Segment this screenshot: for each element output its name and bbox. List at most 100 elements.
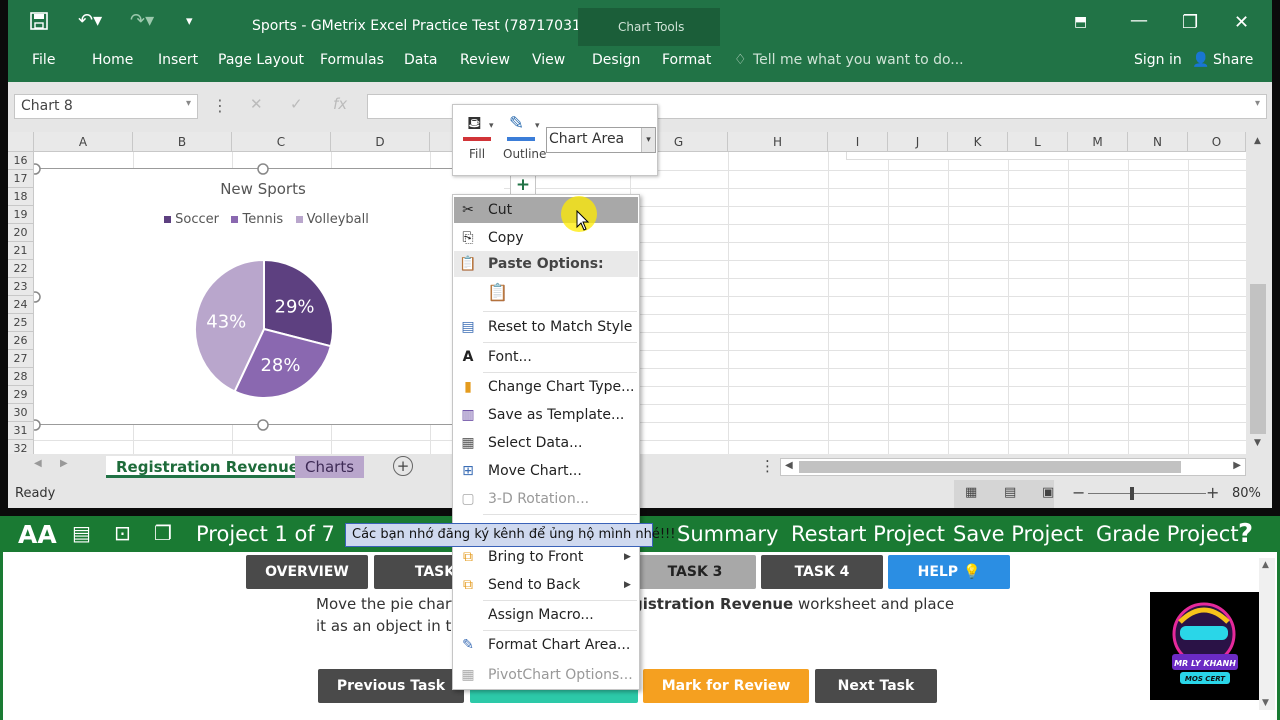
- column-header[interactable]: O: [1188, 132, 1246, 152]
- minimize-icon[interactable]: —: [1130, 10, 1148, 31]
- summary-link[interactable]: Summary: [677, 522, 778, 546]
- help-button[interactable]: HELP 💡: [888, 555, 1010, 589]
- page-layout-view-icon[interactable]: ▤: [1004, 485, 1016, 500]
- menu-item-send-to-back[interactable]: ⧉ Send to Back ▶: [454, 572, 638, 598]
- tab-format[interactable]: Format: [662, 52, 711, 68]
- zoom-in-icon[interactable]: +: [1206, 483, 1219, 502]
- menu-item-move-chart[interactable]: ⊞ Move Chart...: [454, 458, 638, 484]
- row-header[interactable]: 17: [8, 170, 34, 188]
- row-header[interactable]: 16: [8, 152, 34, 170]
- tab-formulas[interactable]: Formulas: [320, 52, 384, 68]
- column-header[interactable]: J: [888, 132, 948, 152]
- sign-in-link[interactable]: Sign in: [1134, 52, 1182, 68]
- column-header[interactable]: B: [133, 132, 232, 152]
- row-header[interactable]: 31: [8, 422, 34, 440]
- column-header[interactable]: L: [1008, 132, 1068, 152]
- row-header[interactable]: 32: [8, 440, 34, 454]
- menu-item-assign-macro[interactable]: Assign Macro...: [454, 602, 638, 628]
- notes-icon[interactable]: ▤: [72, 521, 91, 545]
- sheet-tab-registration-revenues[interactable]: Registration Revenues: [106, 456, 318, 478]
- scroll-up-icon[interactable]: ▲: [1254, 136, 1261, 146]
- paste-clipboard-icon[interactable]: 📋: [487, 283, 508, 303]
- row-header[interactable]: 23: [8, 278, 34, 296]
- scroll-right-icon[interactable]: ▶: [1233, 460, 1241, 471]
- chevron-down-icon[interactable]: ▾: [186, 98, 191, 109]
- menu-item-font[interactable]: A Font...: [454, 344, 638, 370]
- column-header[interactable]: M: [1068, 132, 1128, 152]
- sheet-tab-charts[interactable]: Charts: [295, 456, 365, 478]
- menu-item-change-chart-type[interactable]: ▮ Change Chart Type...: [454, 374, 638, 400]
- zoom-slider-track[interactable]: [1088, 493, 1206, 494]
- split-handle-icon[interactable]: ⋮: [760, 457, 775, 475]
- menu-item-pivotchart-options[interactable]: ▦ PivotChart Options...: [454, 662, 638, 688]
- pie-data-label[interactable]: 43%: [206, 312, 246, 333]
- add-sheet-icon[interactable]: +: [393, 456, 413, 476]
- grade-project-link[interactable]: Grade Project: [1096, 522, 1239, 546]
- mark-for-review-button[interactable]: Mark for Review: [643, 669, 809, 703]
- pie-data-label[interactable]: 29%: [275, 296, 315, 317]
- horizontal-scrollbar[interactable]: ◀ ▶: [780, 458, 1246, 476]
- ribbon-display-icon[interactable]: ⬒: [1074, 14, 1087, 30]
- pie-plot-area[interactable]: 29% 28% 43%: [184, 249, 344, 409]
- fill-button[interactable]: ⛾ ▾ Fill: [461, 111, 501, 167]
- outline-button[interactable]: ✎ ▾ Outline: [503, 111, 547, 167]
- insert-function-icon[interactable]: fx: [333, 95, 347, 113]
- tab-page-layout[interactable]: Page Layout: [218, 52, 304, 68]
- window-layout-icon[interactable]: ❐: [154, 521, 172, 545]
- name-box[interactable]: Chart 8 ▾: [14, 94, 198, 119]
- row-header[interactable]: 26: [8, 332, 34, 350]
- menu-item-copy[interactable]: ⎘ Copy: [454, 225, 638, 251]
- task-4-button[interactable]: TASK 4: [761, 555, 883, 589]
- customize-qat-icon[interactable]: ▾: [186, 14, 193, 29]
- restart-project-link[interactable]: Restart Project: [791, 522, 945, 546]
- task-scrollbar[interactable]: ▲ ▼: [1259, 558, 1275, 710]
- prev-sheet-icon[interactable]: ◀: [34, 458, 42, 469]
- chart-title[interactable]: New Sports: [34, 180, 492, 198]
- page-break-view-icon[interactable]: ▣: [1042, 485, 1054, 500]
- menu-item-save-template[interactable]: ▥ Save as Template...: [454, 402, 638, 428]
- chart-element-select[interactable]: Chart Area ▾: [546, 127, 656, 153]
- row-header[interactable]: 21: [8, 242, 34, 260]
- row-header[interactable]: 19: [8, 206, 34, 224]
- tab-review[interactable]: Review: [460, 52, 510, 68]
- menu-item-select-data[interactable]: ▦ Select Data...: [454, 430, 638, 456]
- row-header[interactable]: 30: [8, 404, 34, 422]
- tab-home[interactable]: Home: [92, 52, 133, 68]
- row-header[interactable]: 18: [8, 188, 34, 206]
- save-icon[interactable]: [30, 12, 48, 35]
- restore-icon[interactable]: ❐: [1182, 12, 1198, 33]
- column-header[interactable]: H: [728, 132, 828, 152]
- cancel-icon[interactable]: ✕: [250, 95, 263, 113]
- close-icon[interactable]: ✕: [1234, 12, 1249, 33]
- select-all-corner[interactable]: [8, 132, 34, 152]
- previous-task-button[interactable]: Previous Task: [318, 669, 464, 703]
- scroll-down-icon[interactable]: ▼: [1262, 698, 1269, 708]
- h-scroll-thumb[interactable]: [799, 461, 1181, 473]
- row-header[interactable]: 25: [8, 314, 34, 332]
- enter-icon[interactable]: ✓: [290, 95, 303, 113]
- menu-item-cut[interactable]: ✂ Cut: [454, 197, 638, 223]
- next-sheet-icon[interactable]: ▶: [60, 458, 68, 469]
- tab-file[interactable]: File: [32, 52, 55, 68]
- menu-item-format-chart-area[interactable]: ✎ Format Chart Area...: [454, 632, 638, 658]
- task-3-button[interactable]: TASK 3: [634, 555, 756, 589]
- row-header[interactable]: 29: [8, 386, 34, 404]
- row-header[interactable]: 22: [8, 260, 34, 278]
- scroll-thumb[interactable]: [1250, 284, 1266, 434]
- row-header[interactable]: 20: [8, 224, 34, 242]
- tell-me-search[interactable]: Tell me what you want to do...: [753, 52, 964, 68]
- column-header[interactable]: C: [232, 132, 331, 152]
- scroll-left-icon[interactable]: ◀: [785, 460, 793, 471]
- chart-area[interactable]: New Sports Soccer Tennis Volleyball 29% 2…: [34, 163, 504, 431]
- row-header[interactable]: 24: [8, 296, 34, 314]
- calculator-icon[interactable]: ⊡: [114, 521, 131, 545]
- menu-item-bring-to-front[interactable]: ⧉ Bring to Front ▶: [454, 544, 638, 570]
- menu-item-reset-style[interactable]: ▤ Reset to Match Style: [454, 314, 638, 340]
- normal-view-icon[interactable]: ▦: [965, 485, 977, 500]
- row-header[interactable]: 28: [8, 368, 34, 386]
- tab-data[interactable]: Data: [404, 52, 437, 68]
- zoom-slider-thumb[interactable]: [1130, 487, 1134, 500]
- zoom-out-icon[interactable]: −: [1072, 483, 1085, 502]
- chart-elements-button[interactable]: +: [510, 174, 536, 196]
- chart-legend[interactable]: Soccer Tennis Volleyball: [164, 212, 369, 227]
